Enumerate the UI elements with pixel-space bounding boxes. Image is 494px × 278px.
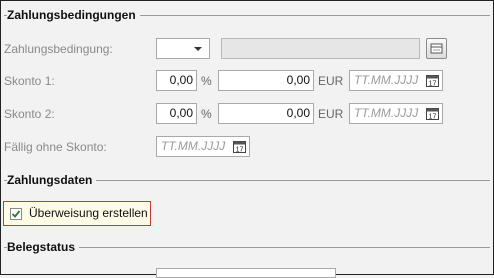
skonto2-label: Skonto 2: <box>4 107 55 121</box>
belegstatus-field[interactable] <box>156 268 336 278</box>
lookup-button[interactable] <box>426 38 447 59</box>
faellig-label: Fällig ohne Skonto: <box>4 140 107 154</box>
calendar-icon[interactable]: 17 <box>233 140 246 153</box>
ueberweisung-label: Überweisung erstellen <box>29 206 148 220</box>
skonto1-amount-input[interactable]: 0,00 <box>218 70 314 91</box>
skonto2-amount-input[interactable]: 0,00 <box>218 103 314 124</box>
section-title-belegstatus: Belegstatus <box>7 240 80 254</box>
chevron-down-icon <box>194 47 202 51</box>
section-title-zahlungsbedingungen: Zahlungsbedingungen <box>7 8 140 22</box>
skonto1-label: Skonto 1: <box>4 74 55 88</box>
skonto2-percent-input[interactable]: 0,00 <box>156 103 197 124</box>
calendar-day: 17 <box>236 147 244 154</box>
skonto2-date-placeholder: TT.MM.JJJJ <box>354 106 419 120</box>
zahlungsbedingung-label: Zahlungsbedingung: <box>4 42 113 56</box>
checkmark-icon <box>11 210 21 218</box>
skonto2-percent-unit: % <box>201 107 212 121</box>
zahlungsbedingung-dropdown[interactable] <box>156 38 210 59</box>
zahlungsbedingung-description-field <box>221 38 420 59</box>
skonto2-date-input[interactable]: TT.MM.JJJJ 17 <box>349 103 443 124</box>
ueberweisung-checkbox[interactable] <box>10 208 22 220</box>
skonto2-currency: EUR <box>318 107 344 121</box>
calendar-icon[interactable]: 17 <box>426 107 439 120</box>
faellig-date-placeholder: TT.MM.JJJJ <box>161 139 226 153</box>
calendar-day: 17 <box>429 114 437 121</box>
ueberweisung-checkbox-row[interactable]: Überweisung erstellen <box>3 201 151 226</box>
skonto1-date-input[interactable]: TT.MM.JJJJ 17 <box>349 70 443 91</box>
calendar-day: 17 <box>429 81 437 88</box>
skonto1-percent-input[interactable]: 0,00 <box>156 70 197 91</box>
skonto1-currency: EUR <box>318 74 344 88</box>
skonto1-percent-unit: % <box>201 74 212 88</box>
faellig-date-input[interactable]: TT.MM.JJJJ 17 <box>156 136 250 157</box>
section-title-zahlungsdaten: Zahlungsdaten <box>7 173 97 187</box>
calendar-icon[interactable]: 17 <box>426 74 439 87</box>
skonto1-date-placeholder: TT.MM.JJJJ <box>354 73 419 87</box>
lookup-icon <box>430 43 443 54</box>
